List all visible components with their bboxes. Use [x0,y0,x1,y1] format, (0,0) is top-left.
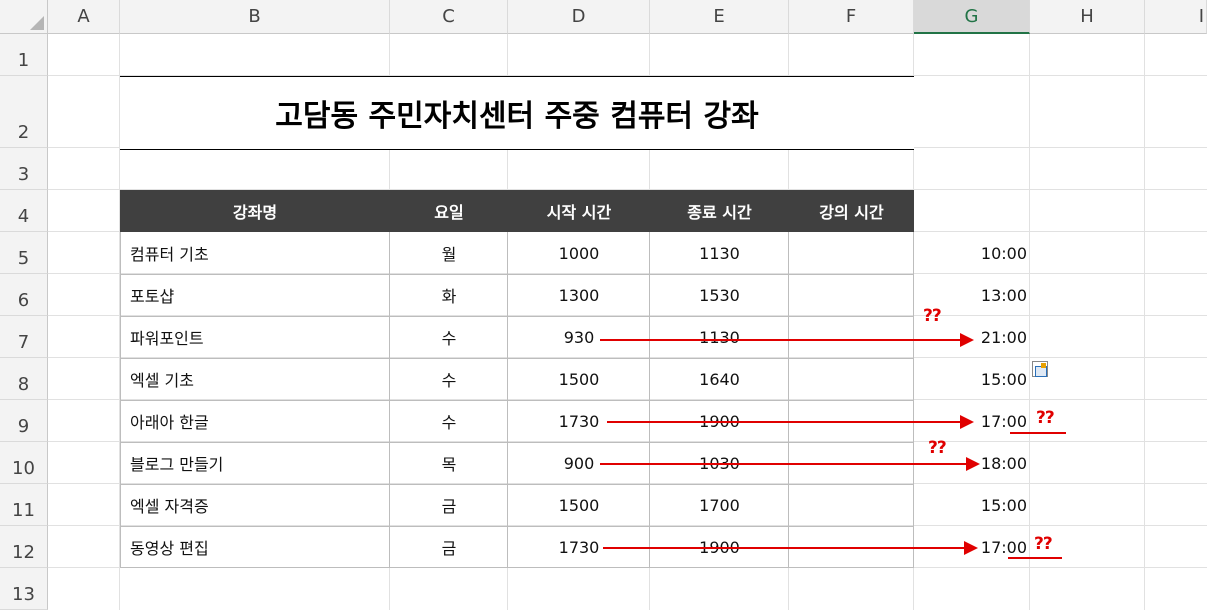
cell-day[interactable]: 금 [390,526,508,568]
cell-end-time[interactable]: 1900 [650,526,789,568]
col-header-g[interactable]: G [914,0,1030,34]
cell-day[interactable]: 목 [390,442,508,484]
question-mark-annotation: ?? [1034,534,1053,554]
col-header-h[interactable]: H [1030,0,1145,34]
cell-start-time[interactable]: 1730 [508,526,650,568]
row-header-4[interactable]: 4 [0,190,48,232]
col-header-b[interactable]: B [120,0,390,34]
col-header-a[interactable]: A [48,0,120,34]
row-header-5[interactable]: 5 [0,232,48,274]
col-header-i[interactable]: I [1145,0,1207,34]
question-mark-annotation: ?? [923,306,942,326]
cell-course-name[interactable]: 포토샵 [120,274,390,316]
cell-course-name[interactable]: 파워포인트 [120,316,390,358]
cell-g-time[interactable]: 10:00 [914,232,1030,274]
cell-course-name[interactable]: 엑셀 자격증 [120,484,390,526]
cell-g-time[interactable]: 17:00 [914,526,1030,568]
cell-end-time[interactable]: 1130 [650,316,789,358]
cell-end-time[interactable]: 1640 [650,358,789,400]
paste-options-icon[interactable] [1032,361,1048,377]
cell-day[interactable]: 수 [390,400,508,442]
row-header-6[interactable]: 6 [0,274,48,316]
cell-start-time[interactable]: 1000 [508,232,650,274]
row-header-12[interactable]: 12 [0,526,48,568]
cell-course-name[interactable]: 블로그 만들기 [120,442,390,484]
select-all-triangle-icon [30,16,44,30]
cell-day[interactable]: 월 [390,232,508,274]
cell-start-time[interactable]: 1730 [508,400,650,442]
cell-course-name[interactable]: 동영상 편집 [120,526,390,568]
row-header-2[interactable]: 2 [0,76,48,148]
cell-end-time[interactable]: 1030 [650,442,789,484]
sheet-title[interactable]: 고담동 주민자치센터 주중 컴퓨터 강좌 [120,76,914,150]
row-header-1[interactable]: 1 [0,34,48,76]
question-mark-annotation: ?? [1036,408,1055,428]
gridline [1144,34,1145,610]
cell-day[interactable]: 수 [390,358,508,400]
select-all-corner[interactable] [0,0,48,34]
col-header-c[interactable]: C [390,0,508,34]
cell-start-time[interactable]: 930 [508,316,650,358]
cell-day[interactable]: 수 [390,316,508,358]
cell-course-name[interactable]: 컴퓨터 기초 [120,232,390,274]
cell-day[interactable]: 금 [390,484,508,526]
question-mark-annotation: ?? [928,438,947,458]
row-header-7[interactable]: 7 [0,316,48,358]
row-header-10[interactable]: 10 [0,442,48,484]
cell-g-time[interactable]: 17:00 [914,400,1030,442]
header-lecture-time[interactable]: 강의 시간 [789,190,914,232]
cell-end-time[interactable]: 1130 [650,232,789,274]
cell-day[interactable]: 화 [390,274,508,316]
cell-end-time[interactable]: 1900 [650,400,789,442]
col-header-f[interactable]: F [789,0,914,34]
cell-g-time[interactable]: 15:00 [914,484,1030,526]
cell-end-time[interactable]: 1530 [650,274,789,316]
header-end-time[interactable]: 종료 시간 [650,190,789,232]
cell-start-time[interactable]: 1300 [508,274,650,316]
row-header-13[interactable]: 13 [0,568,48,610]
cell-start-time[interactable]: 1500 [508,484,650,526]
row-header-11[interactable]: 11 [0,484,48,526]
cell-start-time[interactable]: 900 [508,442,650,484]
header-day[interactable]: 요일 [390,190,508,232]
row-header-9[interactable]: 9 [0,400,48,442]
row-header-3[interactable]: 3 [0,148,48,190]
cell-course-name[interactable]: 엑셀 기초 [120,358,390,400]
col-header-e[interactable]: E [650,0,789,34]
header-start-time[interactable]: 시작 시간 [508,190,650,232]
header-course-name[interactable]: 강좌명 [120,190,390,232]
cell-start-time[interactable]: 1500 [508,358,650,400]
cell-end-time[interactable]: 1700 [650,484,789,526]
cell-g-time[interactable]: 15:00 [914,358,1030,400]
row-header-8[interactable]: 8 [0,358,48,400]
cell-course-name[interactable]: 아래아 한글 [120,400,390,442]
col-header-d[interactable]: D [508,0,650,34]
